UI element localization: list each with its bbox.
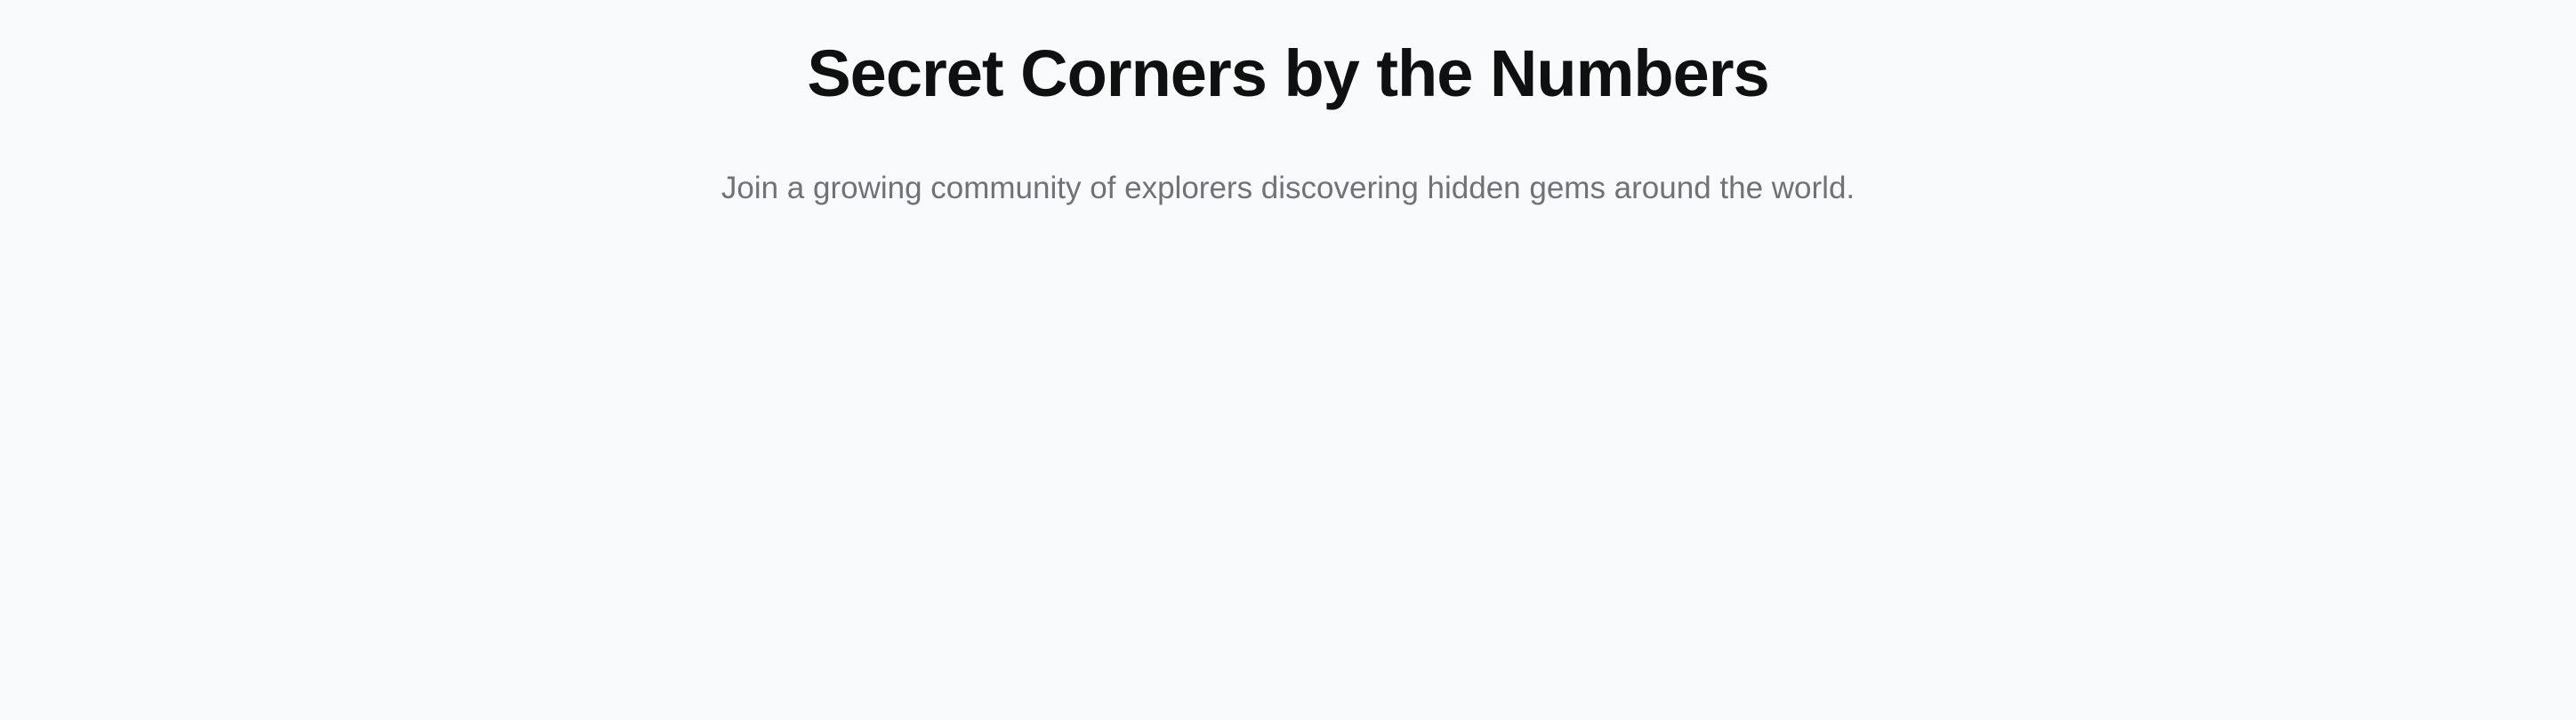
page-subtitle: Join a growing community of explorers di…	[720, 171, 1856, 205]
page-title: Secret Corners by the Numbers	[807, 36, 1769, 110]
stats-content-area	[0, 208, 2576, 715]
stats-hero-section: Secret Corners by the Numbers Join a gro…	[0, 0, 2576, 715]
